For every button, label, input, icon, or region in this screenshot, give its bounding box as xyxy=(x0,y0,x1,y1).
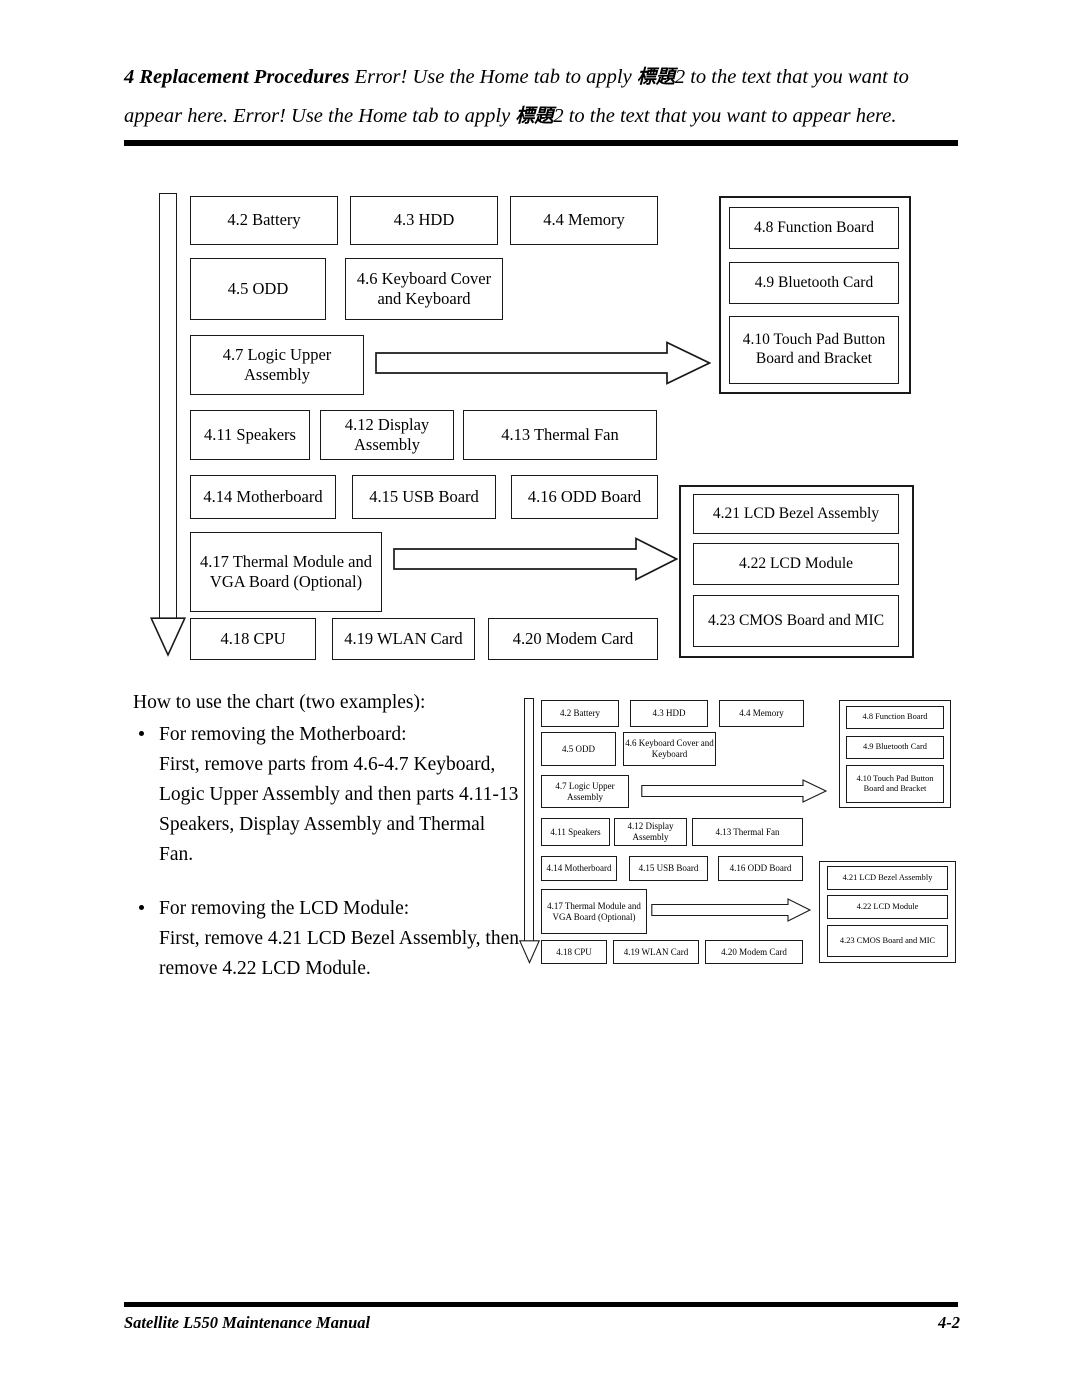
node-label: 4.22 LCD Module xyxy=(856,901,919,911)
thumb-node-4-4-memory[interactable]: 4.4 Memory xyxy=(719,700,804,727)
thumb-node-4-10-touch-pad-button-board-and-bracket[interactable]: 4.10 Touch Pad Button Board and Bracket xyxy=(846,765,944,803)
node-label: 4.11 Speakers xyxy=(550,826,601,837)
node-label: 4.20 Modem Card xyxy=(721,946,787,957)
node-label: 4.19 WLAN Card xyxy=(623,946,689,957)
node-label: 4.8 Function Board xyxy=(862,712,928,722)
node-label: 4.15 USB Board xyxy=(638,863,699,874)
node-label: 4.10 Touch Pad Button Board and Bracket xyxy=(856,773,934,793)
thumb-node-4-21-lcd-bezel-assembly[interactable]: 4.21 LCD Bezel Assembly xyxy=(827,866,948,890)
thumb-node-4-19-wlan-card[interactable]: 4.19 WLAN Card xyxy=(613,940,699,964)
thumb-flow-arrow-to-touchpad-group xyxy=(641,779,827,803)
node-label: 4.14 Motherboard xyxy=(546,863,612,874)
node-label: 4.17 Thermal Module and VGA Board (Optio… xyxy=(547,900,641,922)
replacement-flow-chart-thumbnail: 4.2 Battery 4.3 HDD 4.4 Memory 4.5 ODD 4… xyxy=(0,0,1080,1000)
thumb-node-4-2-battery[interactable]: 4.2 Battery xyxy=(541,700,619,727)
footer-divider-rule xyxy=(124,1302,958,1307)
node-label: 4.7 Logic Upper Assembly xyxy=(555,780,615,802)
node-label: 4.23 CMOS Board and MIC xyxy=(839,935,936,945)
thumb-node-4-9-bluetooth-card[interactable]: 4.9 Bluetooth Card xyxy=(846,736,944,759)
node-label: 4.21 LCD Bezel Assembly xyxy=(842,872,933,882)
thumb-node-4-23-cmos-board-and-mic[interactable]: 4.23 CMOS Board and MIC xyxy=(827,925,948,957)
node-label: 4.3 HDD xyxy=(652,708,686,719)
thumb-node-4-11-speakers[interactable]: 4.11 Speakers xyxy=(541,818,610,846)
footer-manual-title: Satellite L550 Maintenance Manual xyxy=(124,1313,371,1332)
node-label: 4.6 Keyboard Cover and Keyboard xyxy=(625,738,714,759)
node-label: 4.4 Memory xyxy=(739,708,784,719)
thumb-node-4-22-lcd-module[interactable]: 4.22 LCD Module xyxy=(827,895,948,919)
node-label: 4.9 Bluetooth Card xyxy=(863,742,927,752)
page-footer: Satellite L550 Maintenance Manual 4-2 xyxy=(124,1313,960,1333)
thumb-node-4-15-usb-board[interactable]: 4.15 USB Board xyxy=(629,856,708,881)
thumb-node-4-12-display-assembly[interactable]: 4.12 Display Assembly xyxy=(614,818,687,846)
thumb-node-4-13-thermal-fan[interactable]: 4.13 Thermal Fan xyxy=(692,818,803,846)
thumb-node-4-17-thermal-module-and-vga-board[interactable]: 4.17 Thermal Module and VGA Board (Optio… xyxy=(541,889,647,934)
thumb-flow-arrow-to-lcd-group xyxy=(651,898,811,922)
thumb-node-4-8-function-board[interactable]: 4.8 Function Board xyxy=(846,706,944,729)
node-label: 4.16 ODD Board xyxy=(729,863,792,874)
node-label: 4.2 Battery xyxy=(560,708,600,719)
thumb-node-4-5-odd[interactable]: 4.5 ODD xyxy=(541,732,616,766)
node-label: 4.18 CPU xyxy=(556,946,592,957)
footer-page-number: 4-2 xyxy=(938,1313,960,1332)
thumb-node-4-3-hdd[interactable]: 4.3 HDD xyxy=(630,700,708,727)
node-label: 4.5 ODD xyxy=(562,743,595,754)
thumb-order-flow-arrow-head-icon xyxy=(519,940,540,964)
thumb-node-4-14-motherboard[interactable]: 4.14 Motherboard xyxy=(541,856,617,881)
thumb-node-4-16-odd-board[interactable]: 4.16 ODD Board xyxy=(718,856,803,881)
node-label: 4.12 Display Assembly xyxy=(627,821,674,842)
thumb-node-4-7-logic-upper-assembly[interactable]: 4.7 Logic Upper Assembly xyxy=(541,775,629,808)
node-label: 4.13 Thermal Fan xyxy=(715,826,780,837)
thumb-order-flow-arrow-shaft xyxy=(524,698,534,943)
thumb-node-4-20-modem-card[interactable]: 4.20 Modem Card xyxy=(705,940,803,964)
thumb-node-4-18-cpu[interactable]: 4.18 CPU xyxy=(541,940,607,964)
thumb-node-4-6-keyboard-cover-and-keyboard[interactable]: 4.6 Keyboard Cover and Keyboard xyxy=(623,732,716,766)
